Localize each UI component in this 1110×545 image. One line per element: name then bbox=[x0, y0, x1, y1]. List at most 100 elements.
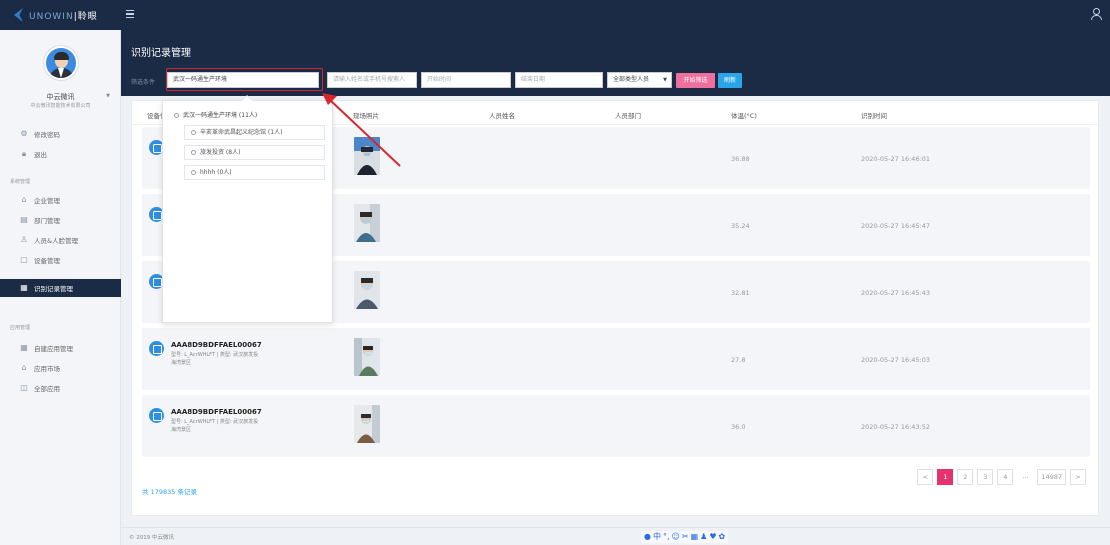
folder-icon: ▤ bbox=[20, 215, 28, 224]
device-area: 海湾景区 bbox=[171, 360, 192, 366]
th-name: 人员姓名 bbox=[489, 112, 515, 120]
device-id: AAA8D9BDFFAEL00067 bbox=[171, 341, 262, 349]
tree-item-child[interactable]: 旅发投资 (8人) bbox=[184, 145, 325, 160]
lock-icon: 🔒︎ bbox=[21, 149, 27, 158]
prev-page-button[interactable]: < bbox=[917, 469, 934, 485]
tree-item-root[interactable]: 武汉一码通生产环境 (11人) bbox=[174, 110, 257, 119]
end-date-input[interactable]: 结束日期 bbox=[515, 72, 603, 88]
footer: © 2019 中云微讯 ● 中 °, ☺ ✂ ▦ ♟ ♥ ✿ bbox=[121, 527, 1110, 545]
device-icon bbox=[149, 408, 164, 423]
temperature: 32.81 bbox=[731, 289, 750, 297]
th-department: 人员部门 bbox=[615, 112, 641, 120]
home-icon: ⌂ bbox=[21, 195, 27, 204]
sidebar-section-system: 系统管理 bbox=[10, 179, 31, 185]
sidebar-item-logout[interactable]: 🔒︎ 退出 bbox=[0, 145, 121, 163]
skin-icon[interactable]: ♥ bbox=[709, 532, 716, 542]
emoji-icon[interactable]: ☺ bbox=[672, 532, 680, 542]
sidebar-item-recognition-records[interactable]: ▦ 识别记录管理 bbox=[0, 279, 121, 297]
scene-photo[interactable] bbox=[354, 405, 380, 443]
radio-icon[interactable] bbox=[191, 149, 196, 155]
grid-icon: ▦ bbox=[20, 343, 28, 352]
th-time: 识别时间 bbox=[861, 112, 887, 120]
tree-item-child[interactable]: 辛亥革命武昌起义纪念馆 (1人) bbox=[184, 125, 325, 140]
gear-icon: ⚙ bbox=[20, 129, 28, 138]
recognition-time: 2020-05-27 16:45:43 bbox=[861, 289, 931, 297]
last-page-button[interactable]: 14987 bbox=[1037, 469, 1066, 485]
page-1-button[interactable]: 1 bbox=[937, 469, 954, 485]
pagination-ellipsis: ... bbox=[1022, 472, 1029, 480]
sidebar-item-all-apps[interactable]: ◫ 全部应用 bbox=[0, 379, 121, 397]
th-photo: 现场照片 bbox=[353, 112, 379, 120]
user-company: 中云微讯智能技术有限公司 bbox=[30, 103, 91, 109]
total-records: 共 179835 条记录 bbox=[142, 488, 197, 496]
next-page-button[interactable]: > bbox=[1070, 469, 1086, 485]
ime-logo-icon[interactable]: ● bbox=[644, 532, 651, 542]
punctuation-icon[interactable]: °, bbox=[663, 532, 670, 542]
sidebar-item-enterprise[interactable]: ⌂ 企业管理 bbox=[0, 191, 121, 209]
top-navbar: UNOWIN|聆眼 bbox=[0, 0, 1110, 30]
person-type-select[interactable]: 全部类型人员 bbox=[607, 72, 672, 88]
scene-photo[interactable] bbox=[354, 271, 380, 309]
sidebar-item-devices[interactable]: ▢ 设备管理 bbox=[0, 251, 121, 269]
scene-photo[interactable] bbox=[354, 338, 380, 376]
keyword-search-input[interactable]: 请输入姓名或手机号搜索人 bbox=[327, 72, 417, 88]
recognition-time: 2020-05-27 16:45:03 bbox=[861, 356, 931, 364]
app-logo: UNOWIN|聆眼 bbox=[0, 0, 121, 30]
sidebar: 中云微讯 ▼ 中云微讯智能技术有限公司 ⚙ 修改密码 🔒︎ 退出 系统管理 ⌂ … bbox=[0, 30, 121, 545]
scene-photo[interactable] bbox=[354, 137, 380, 175]
chevron-down-icon[interactable]: ▼ bbox=[106, 93, 110, 99]
page-3-button[interactable]: 3 bbox=[977, 469, 994, 485]
filter-label: 筛选条件 bbox=[131, 79, 156, 86]
page-2-button[interactable]: 2 bbox=[957, 469, 974, 485]
radio-icon[interactable] bbox=[191, 169, 196, 175]
recognition-time: 2020-05-27 16:45:47 bbox=[861, 222, 931, 230]
device-id: AAA8D9BDFFAEL00067 bbox=[171, 408, 262, 416]
temperature: 27.8 bbox=[731, 356, 746, 364]
recognition-time: 2020-05-27 16:43:52 bbox=[861, 423, 931, 431]
user-icon[interactable]: ♟ bbox=[700, 532, 707, 542]
pagination: < 1 2 3 4 ... 14987 > bbox=[917, 469, 1086, 485]
keyboard-icon[interactable]: ▦ bbox=[691, 532, 699, 542]
page-title: 识别记录管理 bbox=[131, 48, 191, 59]
zh-mode-icon[interactable]: 中 bbox=[653, 532, 661, 542]
user-icon: ♙ bbox=[20, 235, 28, 244]
tools-icon[interactable]: ✂ bbox=[682, 532, 689, 542]
avatar[interactable] bbox=[44, 46, 78, 80]
table-row[interactable]: AAA8D9BDFFAEL00067 型号: L_AcrWHLFT | 类型: … bbox=[142, 395, 1090, 457]
refresh-button[interactable]: 刷新 bbox=[718, 73, 742, 88]
start-filter-button[interactable]: 开始筛选 bbox=[676, 73, 715, 88]
device-meta: 型号: L_AcrWHLFT | 类型: 武汉旅发投 bbox=[171, 419, 259, 425]
radio-icon[interactable] bbox=[191, 129, 196, 135]
user-name[interactable]: 中云微讯 bbox=[0, 92, 121, 102]
brand-prefix: UNOWIN bbox=[29, 11, 74, 22]
annotation-highlight-box bbox=[166, 68, 323, 91]
sidebar-item-change-password[interactable]: ⚙ 修改密码 bbox=[0, 125, 121, 143]
settings-icon[interactable]: ✿ bbox=[718, 532, 725, 542]
store-icon: ⌂ bbox=[21, 363, 27, 372]
table-row[interactable]: AAA8D9BDFFAEL00067 型号: L_AcrWHLFT | 类型: … bbox=[142, 328, 1090, 390]
device-area: 海湾景区 bbox=[171, 427, 192, 433]
apps-icon: ◫ bbox=[20, 383, 28, 392]
radio-icon[interactable] bbox=[174, 112, 179, 118]
organization-dropdown: 武汉一码通生产环境 (11人) 辛亥革命武昌起义纪念馆 (1人) 旅发投资 (8… bbox=[162, 95, 333, 323]
recognition-time: 2020-05-27 16:46:01 bbox=[861, 155, 931, 163]
device-icon: ▢ bbox=[20, 255, 28, 264]
device-icon bbox=[149, 341, 164, 356]
sidebar-item-custom-apps[interactable]: ▦ 自建应用管理 bbox=[0, 339, 121, 357]
sidebar-item-department[interactable]: ▤ 部门管理 bbox=[0, 211, 121, 229]
sidebar-section-apps: 应用管理 bbox=[10, 325, 31, 331]
ime-toolbar: ● 中 °, ☺ ✂ ▦ ♟ ♥ ✿ bbox=[641, 531, 729, 543]
sidebar-item-people-faces[interactable]: ♙ 人员&人脸管理 bbox=[0, 231, 121, 249]
page-4-button[interactable]: 4 bbox=[997, 469, 1014, 485]
menu-toggle-icon[interactable] bbox=[126, 10, 134, 18]
temperature: 35.24 bbox=[731, 222, 750, 230]
start-time-input[interactable]: 开始时间 bbox=[421, 72, 511, 88]
user-profile-icon[interactable] bbox=[1090, 7, 1102, 21]
th-temperature: 体温(°C) bbox=[731, 112, 757, 120]
grid-icon: ▦ bbox=[20, 283, 28, 292]
scene-photo[interactable] bbox=[354, 204, 380, 242]
tree-item-child[interactable]: hhhh (0人) bbox=[184, 165, 325, 180]
brand-suffix: |聆眼 bbox=[73, 11, 98, 22]
sidebar-item-app-market[interactable]: ⌂ 应用市场 bbox=[0, 359, 121, 377]
logo-mark-icon bbox=[14, 8, 23, 22]
